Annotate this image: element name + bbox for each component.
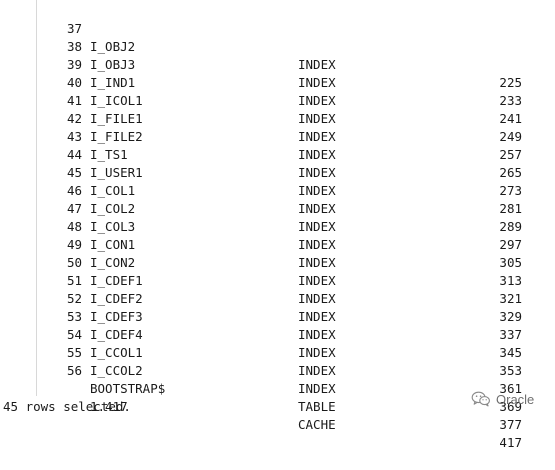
table-row: 48 I_CON1 INDEX 313 (0, 200, 555, 288)
table-row: 42 I_FILE2 INDEX 265 (0, 92, 555, 180)
table-row: 38 I_OBJ3 INDEX 233 (0, 20, 555, 108)
object-name: BOOTSTRAP$ (90, 381, 166, 396)
table-row: 1.417 CACHE 417 (0, 362, 555, 450)
object-type: INDEX (298, 381, 336, 396)
table-row: 40 I_ICOL1 INDEX 249 (0, 56, 555, 144)
table-row: 56 BOOTSTRAP$ TABLE 377 (0, 344, 555, 432)
object-type: TABLE (298, 399, 336, 414)
table-row: 51 I_CDEF2 INDEX 337 (0, 254, 555, 342)
table-row: 46 I_COL2 INDEX 297 (0, 164, 555, 252)
table-row: 47 I_COL3 INDEX 305 (0, 182, 555, 270)
object-type: CACHE (298, 417, 336, 432)
table-row: 41 I_FILE1 INDEX 257 (0, 74, 555, 162)
table-row: 44 I_USER1 INDEX 281 (0, 128, 555, 216)
table-row: 45 I_COL1 INDEX 289 (0, 146, 555, 234)
table-row: 53 I_CDEF4 INDEX 353 (0, 290, 555, 378)
table-row: 37 I_OBJ2 INDEX 225 (0, 2, 555, 90)
table-row: 43 I_TS1 INDEX 273 (0, 110, 555, 198)
table-row: 50 I_CDEF1 INDEX 329 (0, 236, 555, 324)
wechat-icon (471, 391, 490, 407)
table-row: 49 I_CON2 INDEX 321 (0, 218, 555, 306)
table-row: 55 I_CCOL2 INDEX 369 (0, 326, 555, 414)
object-value: 377 (499, 417, 522, 432)
watermark: Oracle (471, 389, 534, 409)
object-value: 417 (499, 435, 522, 450)
table-row: 39 I_IND1 INDEX 241 (0, 38, 555, 126)
table-row: 52 I_CDEF3 INDEX 345 (0, 272, 555, 360)
table-row: 54 I_CCOL1 INDEX 361 (0, 308, 555, 396)
rows-selected-message: 45 rows selected. (3, 399, 131, 414)
watermark-text: Oracle (496, 391, 535, 407)
